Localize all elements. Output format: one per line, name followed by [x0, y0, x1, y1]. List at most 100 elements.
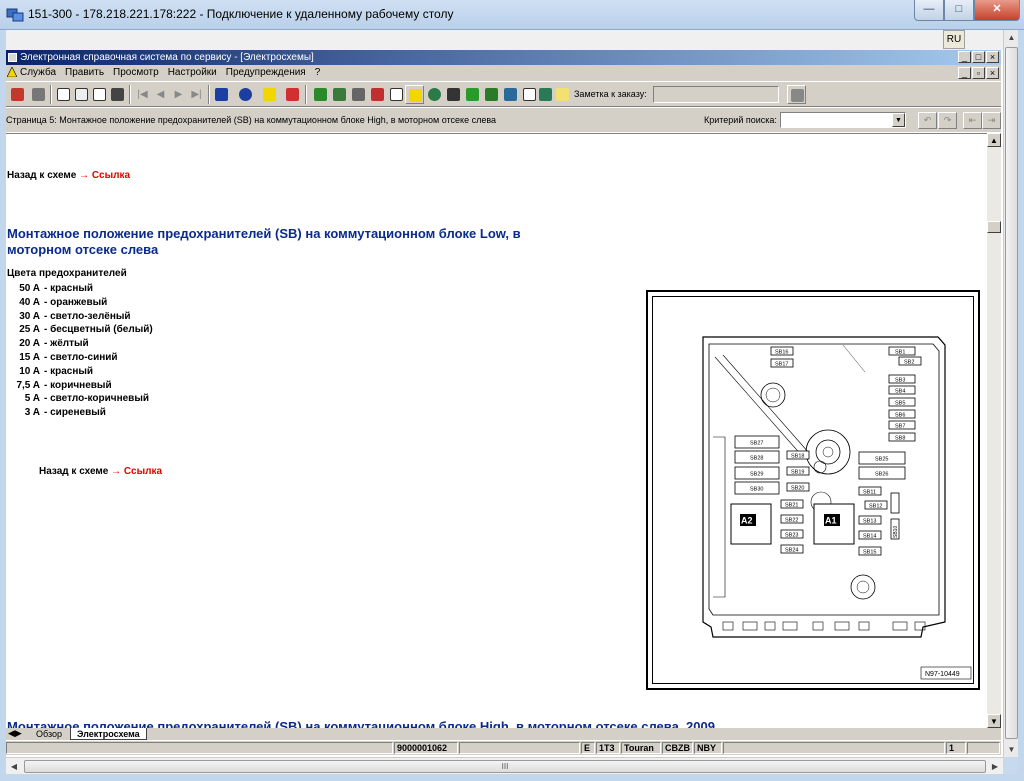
notes-icon[interactable]	[90, 85, 109, 104]
minimize-button[interactable]: —	[914, 0, 944, 21]
back-to-scheme[interactable]: Назад к схеме → Ссылка	[7, 170, 130, 181]
exit-icon[interactable]	[8, 85, 27, 104]
scroll-down-icon[interactable]: ▼	[987, 714, 1001, 728]
menu-help[interactable]: ?	[315, 65, 321, 81]
tab-wiring-diagram[interactable]: Электросхема	[70, 728, 147, 740]
a2-label: A2	[741, 516, 753, 526]
toolbar: |◀ ◀ ▶ ▶| Заметка к заказу:	[6, 81, 1001, 107]
close-button[interactable]: ✕	[974, 0, 1020, 21]
sb27-label: SB27	[750, 441, 763, 447]
sb3-label: SB3	[895, 378, 905, 384]
prev-page-icon[interactable]: ◀	[151, 85, 170, 104]
fuse-box-drawing: SB16 SB17 SB1 SB2 SB3 SB4 SB5 SB6 SB7 SB…	[702, 336, 972, 680]
search-criteria-select[interactable]: ▼	[780, 112, 906, 128]
scheme-link[interactable]: → Ссылка	[79, 170, 130, 181]
warning-toolbar-icon[interactable]	[405, 85, 424, 104]
sb22-label: SB22	[785, 518, 798, 524]
maximize-button[interactable]: □	[944, 0, 974, 21]
app-maximize-button[interactable]: □	[972, 51, 985, 63]
rdp-scroll-down-icon[interactable]: ▼	[1004, 742, 1019, 757]
info-icon[interactable]	[236, 85, 255, 104]
warning-icon	[7, 67, 17, 77]
order-note-button[interactable]	[787, 85, 806, 104]
scroll-up-icon[interactable]: ▲	[987, 133, 1001, 147]
help-icon[interactable]	[260, 85, 279, 104]
sb2-label: SB2	[904, 360, 914, 366]
first-page-icon[interactable]: |◀	[133, 85, 152, 104]
tab-overview[interactable]: Обзор	[30, 728, 68, 740]
app-minimize-button[interactable]: _	[958, 51, 971, 63]
sb10-label: SB10	[893, 526, 899, 538]
last-page-icon[interactable]: ▶|	[187, 85, 206, 104]
diagram-code: N97-10449	[925, 671, 960, 678]
app-close-button[interactable]: ×	[986, 51, 999, 63]
statusbar: 9000001062 E 1T3 Touran CBZB NBY 1	[6, 741, 1001, 755]
swap-icon[interactable]	[283, 85, 302, 104]
a1-label: A1	[825, 516, 837, 526]
search-next-button[interactable]: ⇥	[982, 112, 1001, 129]
scroll-left-icon[interactable]: ◀	[6, 759, 22, 774]
question-doc-icon[interactable]	[553, 85, 572, 104]
car-green-icon[interactable]	[482, 85, 501, 104]
menubar: Служба Править Просмотр Настройки Предуп…	[6, 65, 1001, 81]
back-arrow-icon[interactable]	[212, 85, 231, 104]
sb15-label: SB15	[863, 550, 876, 556]
chevron-down-icon[interactable]: ▼	[892, 113, 905, 127]
scheme-link-2[interactable]: → Ссылка	[111, 466, 162, 477]
status-engine: E	[581, 742, 595, 754]
search-back-button[interactable]: ↶	[918, 112, 937, 129]
status-model: Touran	[621, 742, 661, 754]
vertical-scrollbar[interactable]: ▲ ▼	[1003, 30, 1018, 757]
diagnosis-icon[interactable]	[368, 85, 387, 104]
scroll-thumb[interactable]	[987, 221, 1001, 233]
lang-strip: RU	[6, 30, 1003, 50]
app-title: Электронная справочная система по сервис…	[20, 52, 314, 63]
globe-icon[interactable]	[425, 85, 444, 104]
menu-edit[interactable]: Править	[65, 65, 104, 81]
page-info-bar: Страница 5: Монтажное положение предохра…	[6, 108, 1001, 132]
search-forward-button[interactable]: ↷	[938, 112, 957, 129]
menu-view[interactable]: Просмотр	[113, 65, 159, 81]
list-icon[interactable]	[387, 85, 406, 104]
menu-settings[interactable]: Настройки	[168, 65, 217, 81]
doc-close-button[interactable]: ×	[986, 67, 999, 79]
rdp-titlebar: 151-300 - 178.218.221.178:222 - Подключе…	[0, 0, 1024, 30]
leaf-icon[interactable]	[463, 85, 482, 104]
list-item: 25 A- бесцветный (белый)	[19, 324, 153, 336]
document-green-icon[interactable]	[330, 85, 349, 104]
search-prev-button[interactable]: ⇤	[963, 112, 982, 129]
sb12-label: SB12	[869, 504, 882, 510]
next-page-icon[interactable]: ▶	[169, 85, 188, 104]
app-titlebar: Электронная справочная система по сервис…	[6, 50, 1001, 65]
order-note-input[interactable]	[653, 86, 779, 103]
sb30-label: SB30	[750, 487, 763, 493]
doc-restore-button[interactable]: ▫	[972, 67, 985, 79]
back-to-scheme-2[interactable]: Назад к схеме → Ссылка	[39, 466, 162, 477]
status-page: 1	[946, 742, 966, 754]
language-indicator[interactable]: RU	[943, 30, 965, 49]
vehicle-green-icon[interactable]	[311, 85, 330, 104]
status-engine-code: CBZB	[662, 742, 693, 754]
scroll-right-icon[interactable]: ▶	[987, 759, 1003, 774]
car-icon[interactable]	[108, 85, 127, 104]
component-icon[interactable]	[349, 85, 368, 104]
hscroll-thumb[interactable]: III	[24, 760, 986, 773]
diskette-icon[interactable]	[444, 85, 463, 104]
print-icon[interactable]	[29, 85, 48, 104]
horizontal-scrollbar[interactable]: ◀ III ▶	[6, 757, 1003, 774]
sb17-label: SB17	[775, 362, 788, 368]
edit-document-icon[interactable]	[72, 85, 91, 104]
transfer-icon[interactable]	[501, 85, 520, 104]
new-document-icon[interactable]	[54, 85, 73, 104]
menu-service[interactable]: Служба	[20, 65, 56, 81]
sb19-label: SB19	[791, 470, 804, 476]
content-scrollbar[interactable]: ▲ ▼	[987, 133, 1001, 728]
remote-desktop-icon	[6, 8, 24, 22]
doc-minimize-button[interactable]: _	[958, 67, 971, 79]
tab-scroll-arrows[interactable]: ◀▶	[8, 728, 28, 740]
sb26-label: SB26	[875, 472, 888, 478]
menu-warnings[interactable]: Предупреждения	[226, 65, 306, 81]
vscroll-thumb[interactable]	[1005, 47, 1018, 739]
list-item: 40 A- оранжевый	[19, 296, 108, 308]
rdp-scroll-up-icon[interactable]: ▲	[1004, 30, 1019, 45]
